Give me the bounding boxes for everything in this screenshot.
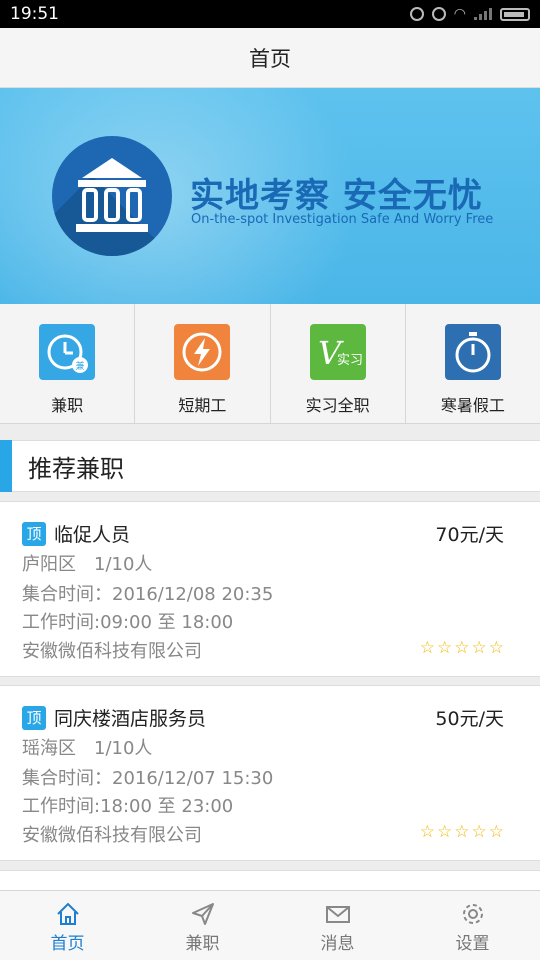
job-card[interactable]: 顶 临促人员 70元/天 庐阳区 1/10人 集合时间：2016/12/08 20… bbox=[0, 501, 540, 677]
job-headcount: 1/10人 bbox=[94, 554, 153, 575]
category-grid: 兼 兼职 短期工 V 实习 实习全职 寒暑假工 bbox=[0, 304, 540, 424]
rating-stars: ☆ ☆ ☆ ☆ ☆ bbox=[420, 822, 504, 842]
send-icon bbox=[191, 903, 214, 925]
gear-icon bbox=[462, 904, 483, 924]
banner[interactable]: 实地考察 安全无忧 On-the-spot Investigation Safe… bbox=[0, 88, 540, 304]
star-icon: ☆ bbox=[454, 638, 470, 658]
star-icon: ☆ bbox=[488, 638, 504, 658]
star-icon: ☆ bbox=[437, 822, 453, 842]
banner-slogan-en: On-the-spot Investigation Safe And Worry… bbox=[191, 212, 494, 227]
category-shortterm[interactable]: 短期工 bbox=[135, 304, 271, 423]
job-company: 安徽微佰科技有限公司 bbox=[22, 641, 202, 662]
star-icon: ☆ bbox=[419, 638, 435, 658]
job-title: 同庆楼酒店服务员 bbox=[54, 708, 207, 730]
nav-label: 消息 bbox=[320, 934, 355, 954]
job-location: 瑶海区 1/10人 bbox=[22, 734, 152, 760]
job-company: 安徽微佰科技有限公司 bbox=[22, 825, 202, 846]
job-gather-time: 集合时间：2016/12/08 20:35 bbox=[22, 584, 274, 605]
nav-label: 设置 bbox=[455, 934, 490, 954]
star-icon: ☆ bbox=[471, 822, 487, 842]
category-vacation[interactable]: 寒暑假工 bbox=[406, 304, 540, 423]
app-header: 首页 bbox=[0, 28, 540, 88]
nav-home[interactable]: 首页 bbox=[0, 891, 135, 960]
internship-icon: V 实习 bbox=[309, 324, 366, 380]
alarm-icon bbox=[431, 7, 446, 21]
top-badge: 顶 bbox=[22, 521, 46, 546]
category-parttime[interactable]: 兼 兼职 bbox=[0, 304, 136, 423]
star-icon: ☆ bbox=[437, 638, 453, 658]
mail-icon bbox=[325, 906, 350, 923]
rating-stars: ☆ ☆ ☆ ☆ ☆ bbox=[420, 638, 504, 658]
job-card[interactable]: 顶 同庆楼酒店服务员 50元/天 瑶海区 1/10人 集合时间：2016/12/0… bbox=[0, 685, 540, 861]
star-icon: ☆ bbox=[419, 822, 435, 842]
lightning-icon bbox=[174, 324, 231, 380]
banner-slogan: 实地考察 安全无忧 bbox=[190, 176, 483, 216]
home-icon bbox=[56, 902, 79, 925]
star-icon: ☆ bbox=[471, 638, 487, 658]
wifi-icon: ◠ bbox=[453, 6, 466, 22]
page-title: 首页 bbox=[249, 46, 291, 71]
status-time: 19:51 bbox=[10, 4, 59, 24]
job-location: 庐阳区 1/10人 bbox=[22, 550, 152, 576]
top-badge: 顶 bbox=[22, 705, 46, 730]
signal-icon bbox=[474, 8, 492, 20]
nav-label: 兼职 bbox=[185, 934, 220, 954]
bank-logo-icon bbox=[52, 136, 172, 256]
star-icon: ☆ bbox=[454, 822, 470, 842]
category-label: 实习全职 bbox=[305, 396, 370, 415]
nav-label: 首页 bbox=[50, 934, 85, 954]
job-work-time: 工作时间:09:00 至 18:00 bbox=[22, 612, 234, 633]
job-title: 临促人员 bbox=[54, 524, 131, 546]
job-gather-time: 集合时间：2016/12/07 15:30 bbox=[22, 768, 274, 789]
category-internship[interactable]: V 实习 实习全职 bbox=[271, 304, 406, 423]
section-accent-bar bbox=[0, 440, 12, 492]
section-title: 推荐兼职 bbox=[28, 454, 124, 483]
job-district: 庐阳区 bbox=[22, 554, 76, 575]
status-bar: 19:51 ◠ bbox=[0, 0, 540, 28]
nav-parttime[interactable]: 兼职 bbox=[135, 891, 270, 960]
job-district: 瑶海区 bbox=[22, 738, 76, 759]
category-label: 兼职 bbox=[51, 396, 84, 415]
status-icons: ◠ bbox=[409, 6, 530, 22]
category-label: 短期工 bbox=[178, 396, 227, 415]
job-headcount: 1/10人 bbox=[94, 738, 153, 759]
section-header: 推荐兼职 bbox=[0, 440, 540, 492]
stopwatch-icon bbox=[444, 324, 501, 380]
svg-text:实习: 实习 bbox=[337, 353, 363, 368]
job-salary: 70元/天 bbox=[435, 524, 504, 546]
clock-icon: 兼 bbox=[39, 324, 96, 380]
star-icon: ☆ bbox=[488, 822, 504, 842]
bottom-nav: 首页 兼职 消息 设置 bbox=[0, 890, 540, 960]
category-label: 寒暑假工 bbox=[440, 396, 505, 415]
sync-icon bbox=[409, 7, 424, 21]
battery-icon bbox=[500, 7, 530, 21]
job-work-time: 工作时间:18:00 至 23:00 bbox=[22, 796, 234, 817]
svg-text:兼: 兼 bbox=[76, 360, 85, 372]
job-salary: 50元/天 bbox=[435, 708, 504, 730]
nav-messages[interactable]: 消息 bbox=[270, 891, 405, 960]
nav-settings[interactable]: 设置 bbox=[405, 891, 540, 960]
